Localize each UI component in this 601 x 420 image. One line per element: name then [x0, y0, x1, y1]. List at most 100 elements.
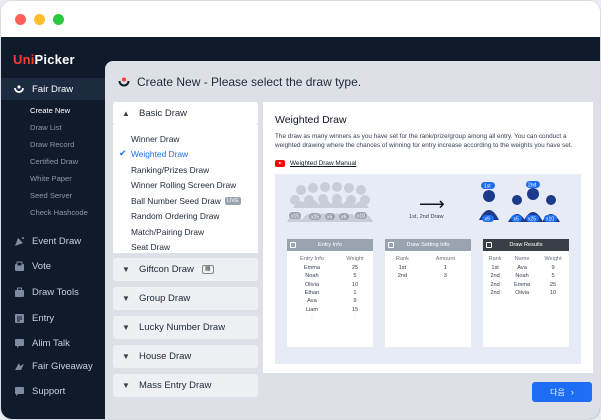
cell-rank: 1st — [491, 265, 499, 272]
option-match-pairing-draw[interactable]: Match/Pairing Draw — [131, 227, 204, 237]
sidebar-item-fair-giveaway[interactable]: Fair Giveaway — [1, 355, 105, 377]
chevron-down-icon: ▼ — [122, 294, 130, 303]
table-row-faded: ⋮ ⋮ — [287, 314, 373, 322]
sidebar-item-label: Fair Giveaway — [32, 360, 93, 372]
pool-badge-1: x15 — [291, 214, 299, 220]
entry-info-table: Entry Info Weight Emma 25 Noah 5 Olivia 10 E… — [287, 254, 373, 322]
cell-weight: 9 — [353, 298, 357, 305]
event-draw-icon — [12, 234, 26, 248]
second-badge-2: x25 — [528, 217, 536, 223]
table-row: 2nd 3 — [385, 272, 471, 280]
unipicker-logo-icon — [118, 77, 130, 87]
sidebar-item-label: Vote — [32, 260, 52, 272]
cell-weight: 25 — [549, 281, 557, 288]
category-lucky-number-draw[interactable]: ▼ Lucky Number Draw — [113, 316, 258, 339]
logo[interactable]: UniPicker — [13, 52, 75, 67]
sidebar-item-label: Support — [32, 385, 66, 397]
cell-name: Olivia — [304, 281, 319, 288]
category-basic-draw[interactable]: ▲ Basic Draw — [113, 102, 258, 125]
entry-info-header: Entry Info — [287, 239, 373, 251]
column-header: Rank — [488, 256, 502, 262]
chat-icon — [12, 336, 26, 350]
category-group-draw[interactable]: ▼ Group Draw — [113, 287, 258, 310]
option-ranking-prizes-draw[interactable]: Ranking/Prizes Draw — [131, 165, 209, 175]
pool-badge-5: x10 — [357, 214, 365, 220]
sidebar-item-fair-draw[interactable]: Fair Draw — [1, 78, 105, 100]
table-row: Olivia 10 — [287, 281, 373, 289]
option-seat-draw[interactable]: Seat Draw — [131, 242, 170, 252]
main-area: Create New - Please select the draw type… — [105, 61, 600, 419]
setting-info-header: Draw Setting Info — [385, 239, 471, 251]
table-row: Ethan 1 — [287, 289, 373, 297]
cell-rank: 2nd — [490, 273, 500, 280]
cell-name: Ava — [517, 265, 527, 272]
giftcon-badge-icon: ▦ — [201, 265, 214, 274]
live-badge: LIVE — [224, 197, 241, 205]
first-badge: x9 — [485, 217, 491, 223]
option-winner-draw[interactable]: Winner Draw — [131, 134, 179, 144]
manual-link-text: Weighted Draw Manual — [290, 160, 357, 167]
cell-name: Emma — [513, 281, 531, 288]
detail-title: Weighted Draw — [275, 114, 347, 126]
column-header: Weight — [544, 256, 562, 262]
option-ball-number-seed-draw[interactable]: Ball Number Seed Draw LIVE — [131, 196, 241, 206]
cell-weight: 10 — [549, 290, 557, 297]
cell-name: Noah — [305, 273, 319, 280]
sidebar-item-alim-talk[interactable]: Alim Talk — [1, 332, 105, 354]
subnav-certified-draw[interactable]: Certified Draw — [30, 157, 78, 166]
close-window-button[interactable] — [15, 14, 26, 25]
cell-name: Emma — [303, 265, 321, 272]
results-icon — [486, 242, 492, 248]
sidebar-item-draw-tools[interactable]: Draw Tools — [1, 281, 105, 303]
subnav-create-new[interactable]: Create New — [30, 106, 70, 115]
column-header: Amount — [435, 256, 455, 262]
sidebar-item-entry[interactable]: Entry — [1, 307, 105, 329]
next-button[interactable]: 다음 › — [532, 382, 592, 402]
subnav-seed-server[interactable]: Seed Server — [30, 191, 72, 200]
sidebar-item-label: Draw Tools — [32, 286, 79, 298]
ellipsis-cell: ⋮ — [352, 314, 358, 321]
table-row: Emma 25 — [287, 264, 373, 272]
second-badge-1: x5 — [514, 217, 520, 223]
page-title: Create New - Please select the draw type… — [117, 75, 361, 89]
weighted-draw-illustration: x15 x25 x5 x9 x10 1st 2nd x9 x5 x25 x10 — [275, 174, 581, 364]
subnav-draw-list[interactable]: Draw List — [30, 123, 62, 132]
cell-weight: 1 — [353, 290, 357, 297]
chevron-down-icon: ▼ — [122, 323, 130, 332]
column-header: Entry Info — [299, 256, 324, 262]
subnav-draw-record[interactable]: Draw Record — [30, 140, 74, 149]
sidebar-item-vote[interactable]: Vote — [1, 255, 105, 277]
detail-description: The draw as many winners as you have set… — [275, 133, 573, 149]
cell-name: Ethan — [304, 290, 320, 297]
sidebar-item-support[interactable]: Support — [1, 380, 105, 402]
entry-icon — [12, 311, 26, 325]
page-title-text: Create New - Please select the draw type… — [137, 75, 362, 89]
subnav-white-paper[interactable]: White Paper — [30, 174, 72, 183]
ellipsis-cell: ⋮ — [309, 314, 315, 321]
cell-rank: 2nd — [490, 281, 500, 288]
category-label: Lucky Number Draw — [139, 322, 226, 333]
minimize-window-button[interactable] — [34, 14, 45, 25]
category-giftcon-draw[interactable]: ▼ Giftcon Draw ▦ — [113, 258, 258, 281]
category-label: Mass Entry Draw — [139, 380, 212, 391]
sidebar-item-event-draw[interactable]: Event Draw — [1, 230, 105, 252]
list-icon — [290, 242, 296, 248]
chevron-down-icon: ▼ — [122, 265, 130, 274]
vote-icon — [12, 259, 26, 273]
category-house-draw[interactable]: ▼ House Draw — [113, 345, 258, 368]
option-random-ordering-draw[interactable]: Random Ordering Draw — [131, 211, 219, 221]
option-winner-rolling-screen-draw[interactable]: Winner Rolling Screen Draw — [131, 180, 236, 190]
manual-link[interactable]: Weighted Draw Manual — [275, 160, 356, 167]
support-icon — [12, 384, 26, 398]
basic-draw-options: Winner Draw ✔ Weighted Draw Ranking/Priz… — [113, 125, 258, 253]
entry-info-title: Entry Info — [318, 242, 342, 248]
sidebar-item-label: Alim Talk — [32, 337, 70, 349]
tools-icon — [12, 285, 26, 299]
chevron-down-icon: ▼ — [122, 352, 130, 361]
subnav-check-hashcode[interactable]: Check Hashcode — [30, 208, 88, 217]
option-weighted-draw[interactable]: Weighted Draw — [131, 149, 188, 159]
cell-weight: 25 — [351, 265, 359, 272]
maximize-window-button[interactable] — [53, 14, 64, 25]
category-mass-entry-draw[interactable]: ▼ Mass Entry Draw — [113, 374, 258, 397]
settings-icon — [388, 242, 394, 248]
